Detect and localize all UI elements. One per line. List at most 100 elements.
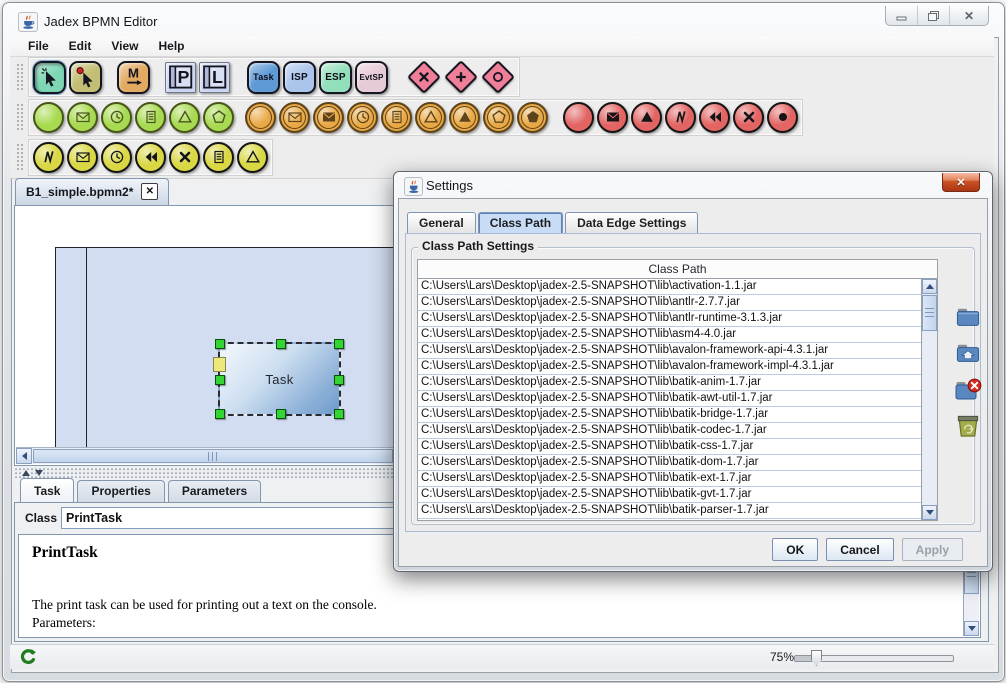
hscrollbar-thumb[interactable] [33, 449, 393, 463]
task-edit-marker[interactable] [213, 357, 226, 372]
intermediate-rule-event-button[interactable] [381, 102, 412, 133]
ok-button[interactable]: OK [772, 538, 818, 561]
start-timer-event-button[interactable] [101, 102, 132, 133]
classpath-row[interactable]: C:\Users\Lars\Desktop\jadex-2.5-SNAPSHOT… [418, 311, 922, 327]
selection-handle[interactable] [215, 409, 225, 419]
table-scroll-up-button[interactable] [922, 279, 937, 294]
tab-parameters[interactable]: Parameters [168, 480, 261, 502]
classpath-row[interactable]: C:\Users\Lars\Desktop\jadex-2.5-SNAPSHOT… [418, 343, 922, 359]
boundary-rule-event-button[interactable] [203, 142, 234, 173]
message-edge-tool-button[interactable]: M [117, 61, 150, 94]
boundary-message-event-button[interactable] [67, 142, 98, 173]
classpath-row[interactable]: C:\Users\Lars\Desktop\jadex-2.5-SNAPSHOT… [418, 423, 922, 439]
add-jar-button[interactable] [952, 304, 984, 334]
close-button[interactable]: ✕ [949, 6, 988, 25]
boundary-timer-event-button[interactable] [101, 142, 132, 173]
selection-handle[interactable] [276, 409, 286, 419]
classpath-row[interactable]: C:\Users\Lars\Desktop\jadex-2.5-SNAPSHOT… [418, 327, 922, 343]
collapse-down-icon[interactable] [35, 470, 43, 476]
classpath-row[interactable]: C:\Users\Lars\Desktop\jadex-2.5-SNAPSHOT… [418, 503, 922, 519]
tab-task[interactable]: Task [20, 478, 74, 502]
menu-view[interactable]: View [101, 37, 148, 55]
end-event-button[interactable] [563, 102, 594, 133]
clear-all-button[interactable] [952, 412, 984, 442]
event-subprocess-tool-button[interactable]: EvtSP [355, 61, 388, 94]
apply-button[interactable]: Apply [902, 538, 963, 561]
start-multiple-event-button[interactable] [203, 102, 234, 133]
classpath-row[interactable]: C:\Users\Lars\Desktop\jadex-2.5-SNAPSHOT… [418, 375, 922, 391]
boundary-signal-event-button[interactable] [237, 142, 268, 173]
selection-handle[interactable] [215, 375, 225, 385]
end-message-event-button[interactable] [597, 102, 628, 133]
xor-gateway-tool-button[interactable] [407, 60, 441, 94]
title-bar[interactable]: Jadex BPMN Editor ✕ [6, 6, 1001, 37]
boundary-compensation-event-button[interactable] [135, 142, 166, 173]
and-gateway-tool-button[interactable] [444, 60, 478, 94]
table-vscrollbar[interactable] [921, 279, 937, 520]
table-scrollbar-thumb[interactable] [922, 295, 937, 331]
settings-tab-class-path[interactable]: Class Path [478, 212, 563, 234]
start-message-event-button[interactable] [67, 102, 98, 133]
classpath-row[interactable]: C:\Users\Lars\Desktop\jadex-2.5-SNAPSHOT… [418, 295, 922, 311]
classpath-row[interactable]: C:\Users\Lars\Desktop\jadex-2.5-SNAPSHOT… [418, 487, 922, 503]
start-rule-event-button[interactable] [135, 102, 166, 133]
boundary-error-event-button[interactable] [33, 142, 64, 173]
end-terminate-event-button[interactable] [767, 102, 798, 133]
selection-handle[interactable] [334, 339, 344, 349]
select-tool-button[interactable] [33, 61, 66, 94]
classpath-row[interactable]: C:\Users\Lars\Desktop\jadex-2.5-SNAPSHOT… [418, 455, 922, 471]
intermediate-multiple-event-button[interactable] [483, 102, 514, 133]
start-signal-event-button[interactable] [169, 102, 200, 133]
remove-entry-button[interactable] [952, 376, 984, 406]
menu-edit[interactable]: Edit [59, 37, 102, 55]
classpath-row[interactable]: C:\Users\Lars\Desktop\jadex-2.5-SNAPSHOT… [418, 471, 922, 487]
editor-tab[interactable]: B1_simple.bpmn2* ✕ [15, 178, 169, 205]
intermediate-event-button[interactable] [245, 102, 276, 133]
toolbar-drag-handle-icon[interactable] [16, 103, 24, 131]
doc-scroll-down-button[interactable] [964, 621, 979, 636]
pool-lane-header[interactable] [56, 248, 87, 451]
selection-handle[interactable] [215, 339, 225, 349]
classpath-column-header[interactable]: Class Path [418, 260, 937, 279]
toolbar-drag-handle-icon[interactable] [16, 63, 24, 91]
classpath-row[interactable]: C:\Users\Lars\Desktop\jadex-2.5-SNAPSHOT… [418, 359, 922, 375]
close-tab-icon[interactable]: ✕ [141, 183, 158, 200]
cancel-button[interactable]: Cancel [826, 538, 893, 561]
settings-tab-data-edge-settings[interactable]: Data Edge Settings [565, 212, 698, 234]
start-event-button[interactable] [33, 102, 64, 133]
table-scroll-down-button[interactable] [922, 505, 937, 520]
selection-handle[interactable] [276, 339, 286, 349]
restore-button[interactable] [917, 6, 949, 25]
classpath-row[interactable]: C:\Users\Lars\Desktop\jadex-2.5-SNAPSHOT… [418, 391, 922, 407]
menu-file[interactable]: File [18, 37, 59, 55]
selection-handle[interactable] [334, 375, 344, 385]
end-error-event-button[interactable] [665, 102, 696, 133]
boundary-cancel-event-button[interactable] [169, 142, 200, 173]
classpath-row[interactable]: C:\Users\Lars\Desktop\jadex-2.5-SNAPSHOT… [418, 407, 922, 423]
toolbar-drag-handle-icon[interactable] [16, 143, 24, 171]
end-compensation-event-button[interactable] [699, 102, 730, 133]
settings-tab-general[interactable]: General [407, 212, 476, 234]
end-signal-event-button[interactable] [631, 102, 662, 133]
intermediate-message-throw-event-button[interactable] [313, 102, 344, 133]
dialog-close-button[interactable]: ✕ [942, 173, 980, 192]
internal-subprocess-tool-button[interactable]: ISP [283, 61, 316, 94]
intermediate-signal-throw-event-button[interactable] [449, 102, 480, 133]
collapse-up-icon[interactable] [22, 470, 30, 476]
task-tool-button[interactable]: Task [247, 61, 280, 94]
menu-help[interactable]: Help [148, 37, 194, 55]
connection-tool-button[interactable] [69, 61, 102, 94]
zoom-slider[interactable] [794, 655, 954, 662]
or-gateway-tool-button[interactable] [481, 60, 515, 94]
intermediate-timer-event-button[interactable] [347, 102, 378, 133]
task-node[interactable]: Task [218, 342, 341, 416]
classpath-row[interactable]: C:\Users\Lars\Desktop\jadex-2.5-SNAPSHOT… [418, 439, 922, 455]
classpath-row[interactable]: C:\Users\Lars\Desktop\jadex-2.5-SNAPSHOT… [418, 279, 922, 295]
minimize-button[interactable] [886, 6, 917, 25]
intermediate-multiple-throw-event-button[interactable] [517, 102, 548, 133]
lane-tool-button[interactable]: L [199, 62, 230, 93]
selection-handle[interactable] [334, 409, 344, 419]
pool-tool-button[interactable]: P [165, 62, 196, 93]
scroll-left-button[interactable] [16, 448, 32, 464]
external-subprocess-tool-button[interactable]: ESP [319, 61, 352, 94]
